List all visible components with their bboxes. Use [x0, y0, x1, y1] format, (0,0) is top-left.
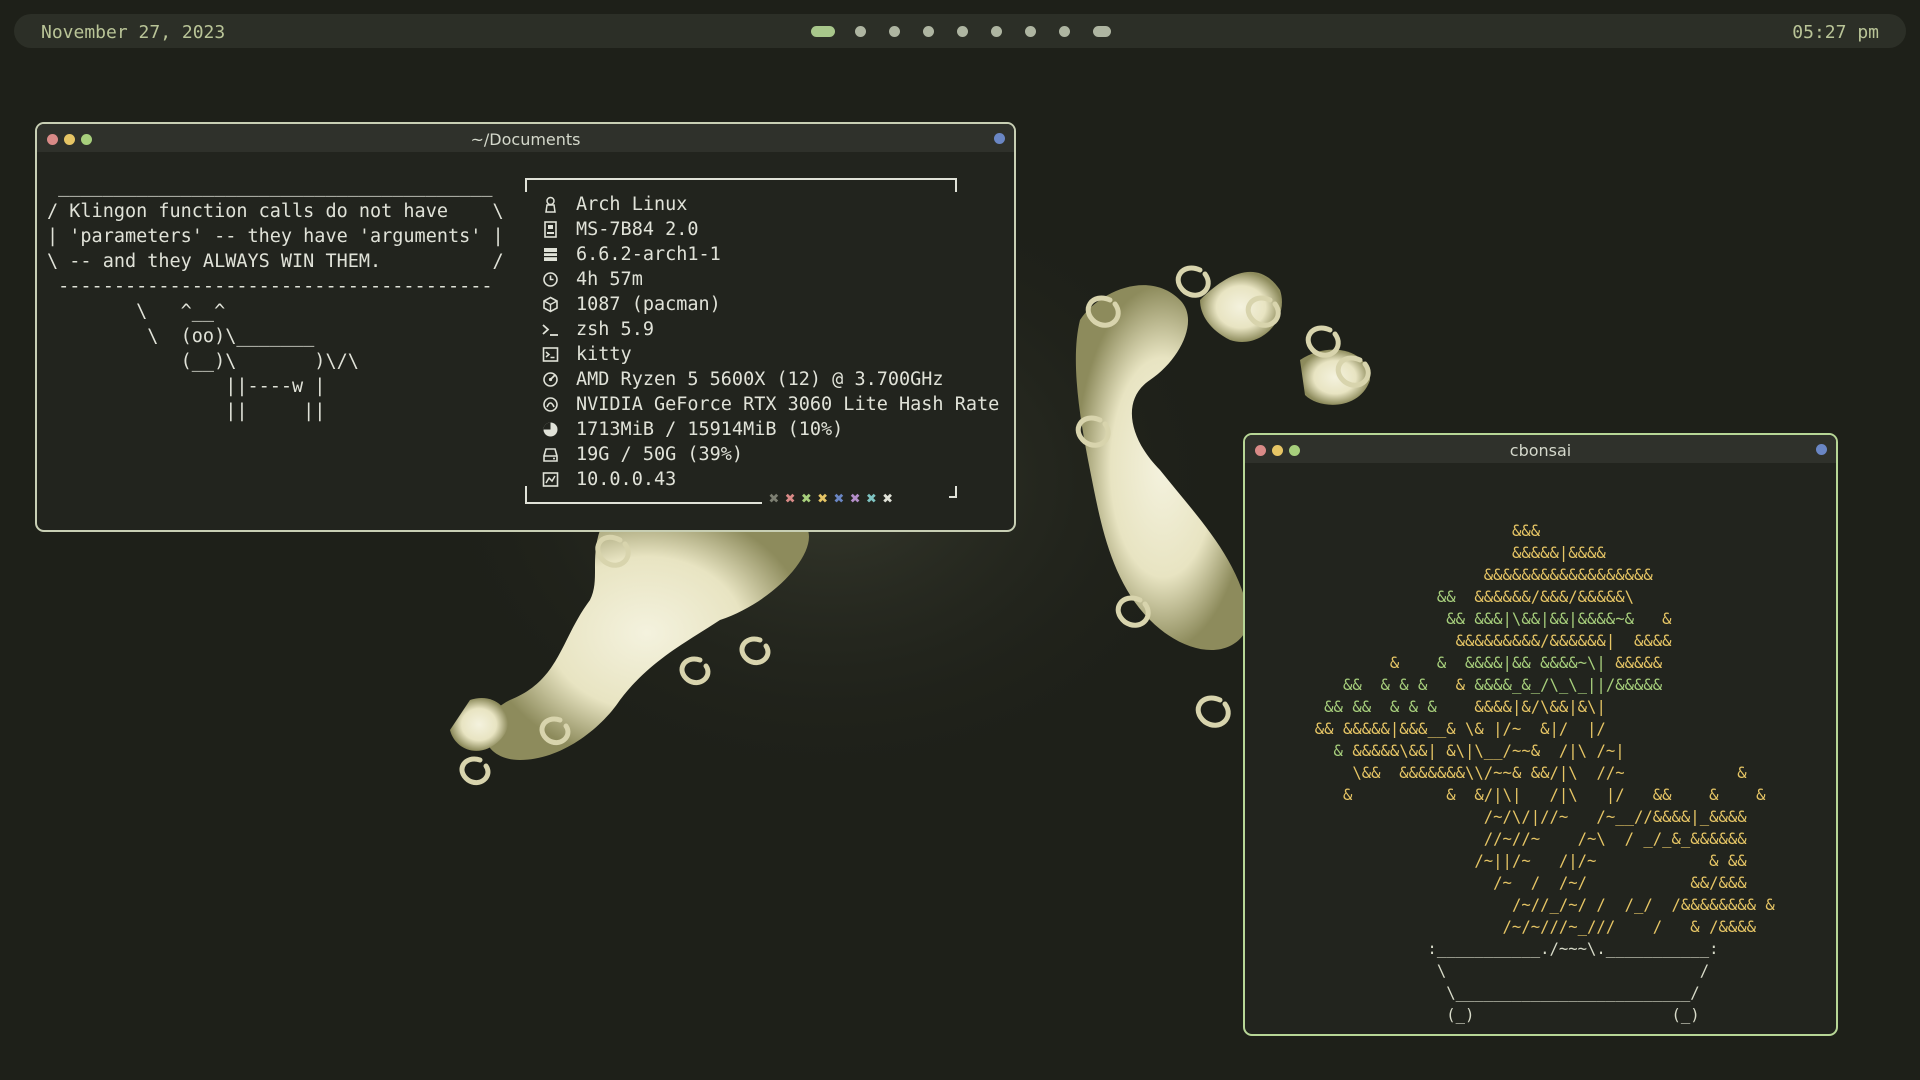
- bar-clock: 05:27 pm: [1792, 22, 1879, 43]
- cowsay-output: _______________________________________ …: [47, 174, 504, 424]
- terminal-icon: [542, 346, 559, 363]
- workspace-3[interactable]: [889, 26, 900, 37]
- workspace-8[interactable]: [1059, 26, 1070, 37]
- workspace-indicator: [811, 26, 1134, 37]
- cowsay-line: (__)\ )\/\: [47, 351, 359, 372]
- bar-date: November 27, 2023: [41, 22, 226, 43]
- window-indicator-dot: [1816, 444, 1827, 455]
- palette-swatch: ✖: [866, 489, 877, 509]
- cowsay-line: || ||: [47, 401, 326, 422]
- fastfetch-info-list: Arch Linux MS-7B84 2.0 6.6.2-arch1-1 4h 57m…: [542, 192, 999, 492]
- workspace-9[interactable]: [1093, 26, 1111, 37]
- disk-icon: [542, 446, 559, 463]
- fetch-value: zsh 5.9: [576, 319, 654, 340]
- fetch-row: Arch Linux: [542, 192, 999, 217]
- fetch-value: 1713MiB / 15914MiB (10%): [576, 419, 844, 440]
- linux-icon: [542, 196, 559, 213]
- clock-icon: [542, 271, 559, 288]
- workspace-6[interactable]: [991, 26, 1002, 37]
- palette-swatch: ✖: [834, 489, 845, 509]
- fetch-value: 4h 57m: [576, 269, 643, 290]
- cowsay-line: ---------------------------------------: [47, 276, 493, 297]
- fetch-value: kitty: [576, 344, 632, 365]
- window-indicator-dot: [994, 133, 1005, 144]
- fetch-row: MS-7B84 2.0: [542, 217, 999, 242]
- shell-icon: [542, 321, 559, 338]
- fetch-value: NVIDIA GeForce RTX 3060 Lite Hash Rate: [576, 394, 1000, 415]
- fetch-row: 1713MiB / 15914MiB (10%): [542, 417, 999, 442]
- cowsay-line: \ ^__^: [47, 301, 226, 322]
- fetch-row: 6.6.2-arch1-1: [542, 242, 999, 267]
- fetch-row: 19G / 50G (39%): [542, 442, 999, 467]
- cowsay-line: \ -- and they ALWAYS WIN THEM. /: [47, 251, 504, 272]
- terminal-window-cbonsai[interactable]: cbonsai &&& &&&&&|&&&& &&&&&&&&&&&&&&&&&…: [1243, 433, 1838, 1036]
- fetch-value: AMD Ryzen 5 5600X (12) @ 3.700GHz: [576, 369, 944, 390]
- palette-swatch: ✖: [801, 489, 812, 509]
- cowsay-line: / Klingon function calls do not have \: [47, 201, 504, 222]
- fetch-value: MS-7B84 2.0: [576, 219, 699, 240]
- fetch-row: 4h 57m: [542, 267, 999, 292]
- workspace-5[interactable]: [957, 26, 968, 37]
- motherboard-icon: [542, 221, 559, 238]
- fetch-value: 10.0.0.43: [576, 469, 677, 490]
- top-bar: November 27, 2023 05:27 pm: [14, 14, 1906, 48]
- fetch-row: zsh 5.9: [542, 317, 999, 342]
- workspace-4[interactable]: [923, 26, 934, 37]
- color-palette: ✖ ✖ ✖ ✖ ✖ ✖ ✖ ✖: [769, 489, 893, 509]
- terminal-window-documents[interactable]: ~/Documents ____________________________…: [35, 122, 1016, 532]
- window-title: ~/Documents: [470, 130, 581, 149]
- gpu-icon: [542, 396, 559, 413]
- palette-swatch: ✖: [850, 489, 861, 509]
- workspace-2[interactable]: [855, 26, 866, 37]
- titlebar[interactable]: cbonsai: [1245, 435, 1836, 463]
- palette-swatch: ✖: [882, 489, 893, 509]
- fetch-value: Arch Linux: [576, 194, 688, 215]
- titlebar[interactable]: ~/Documents: [37, 124, 1014, 152]
- workspace-7[interactable]: [1025, 26, 1036, 37]
- cowsay-line: ||----w |: [47, 376, 326, 397]
- bonsai-ascii-art: &&& &&&&&|&&&& &&&&&&&&&&&&&&&&&& && &&&…: [1296, 522, 1775, 1024]
- fetch-value: 6.6.2-arch1-1: [576, 244, 721, 265]
- package-icon: [542, 296, 559, 313]
- fetch-row: kitty: [542, 342, 999, 367]
- fastfetch-panel: Arch Linux MS-7B84 2.0 6.6.2-arch1-1 4h 57m…: [525, 178, 999, 509]
- palette-swatch: ✖: [769, 489, 780, 509]
- window-title: cbonsai: [1509, 441, 1572, 460]
- cowsay-line: | 'parameters' -- they have 'arguments' …: [47, 226, 504, 247]
- workspace-1[interactable]: [811, 26, 835, 37]
- fetch-row: AMD Ryzen 5 5600X (12) @ 3.700GHz: [542, 367, 999, 392]
- palette-swatch: ✖: [817, 489, 828, 509]
- cowsay-line: _______________________________________: [47, 176, 493, 197]
- fetch-value: 1087 (pacman): [576, 294, 721, 315]
- network-icon: [542, 471, 559, 488]
- cpu-icon: [542, 371, 559, 388]
- palette-swatch: ✖: [785, 489, 796, 509]
- memory-icon: [542, 421, 559, 438]
- fetch-row: 1087 (pacman): [542, 292, 999, 317]
- fetch-value: 19G / 50G (39%): [576, 444, 744, 465]
- kernel-icon: [542, 246, 559, 263]
- cowsay-line: \ (oo)\_______: [47, 326, 315, 347]
- fetch-row: NVIDIA GeForce RTX 3060 Lite Hash Rate: [542, 392, 999, 417]
